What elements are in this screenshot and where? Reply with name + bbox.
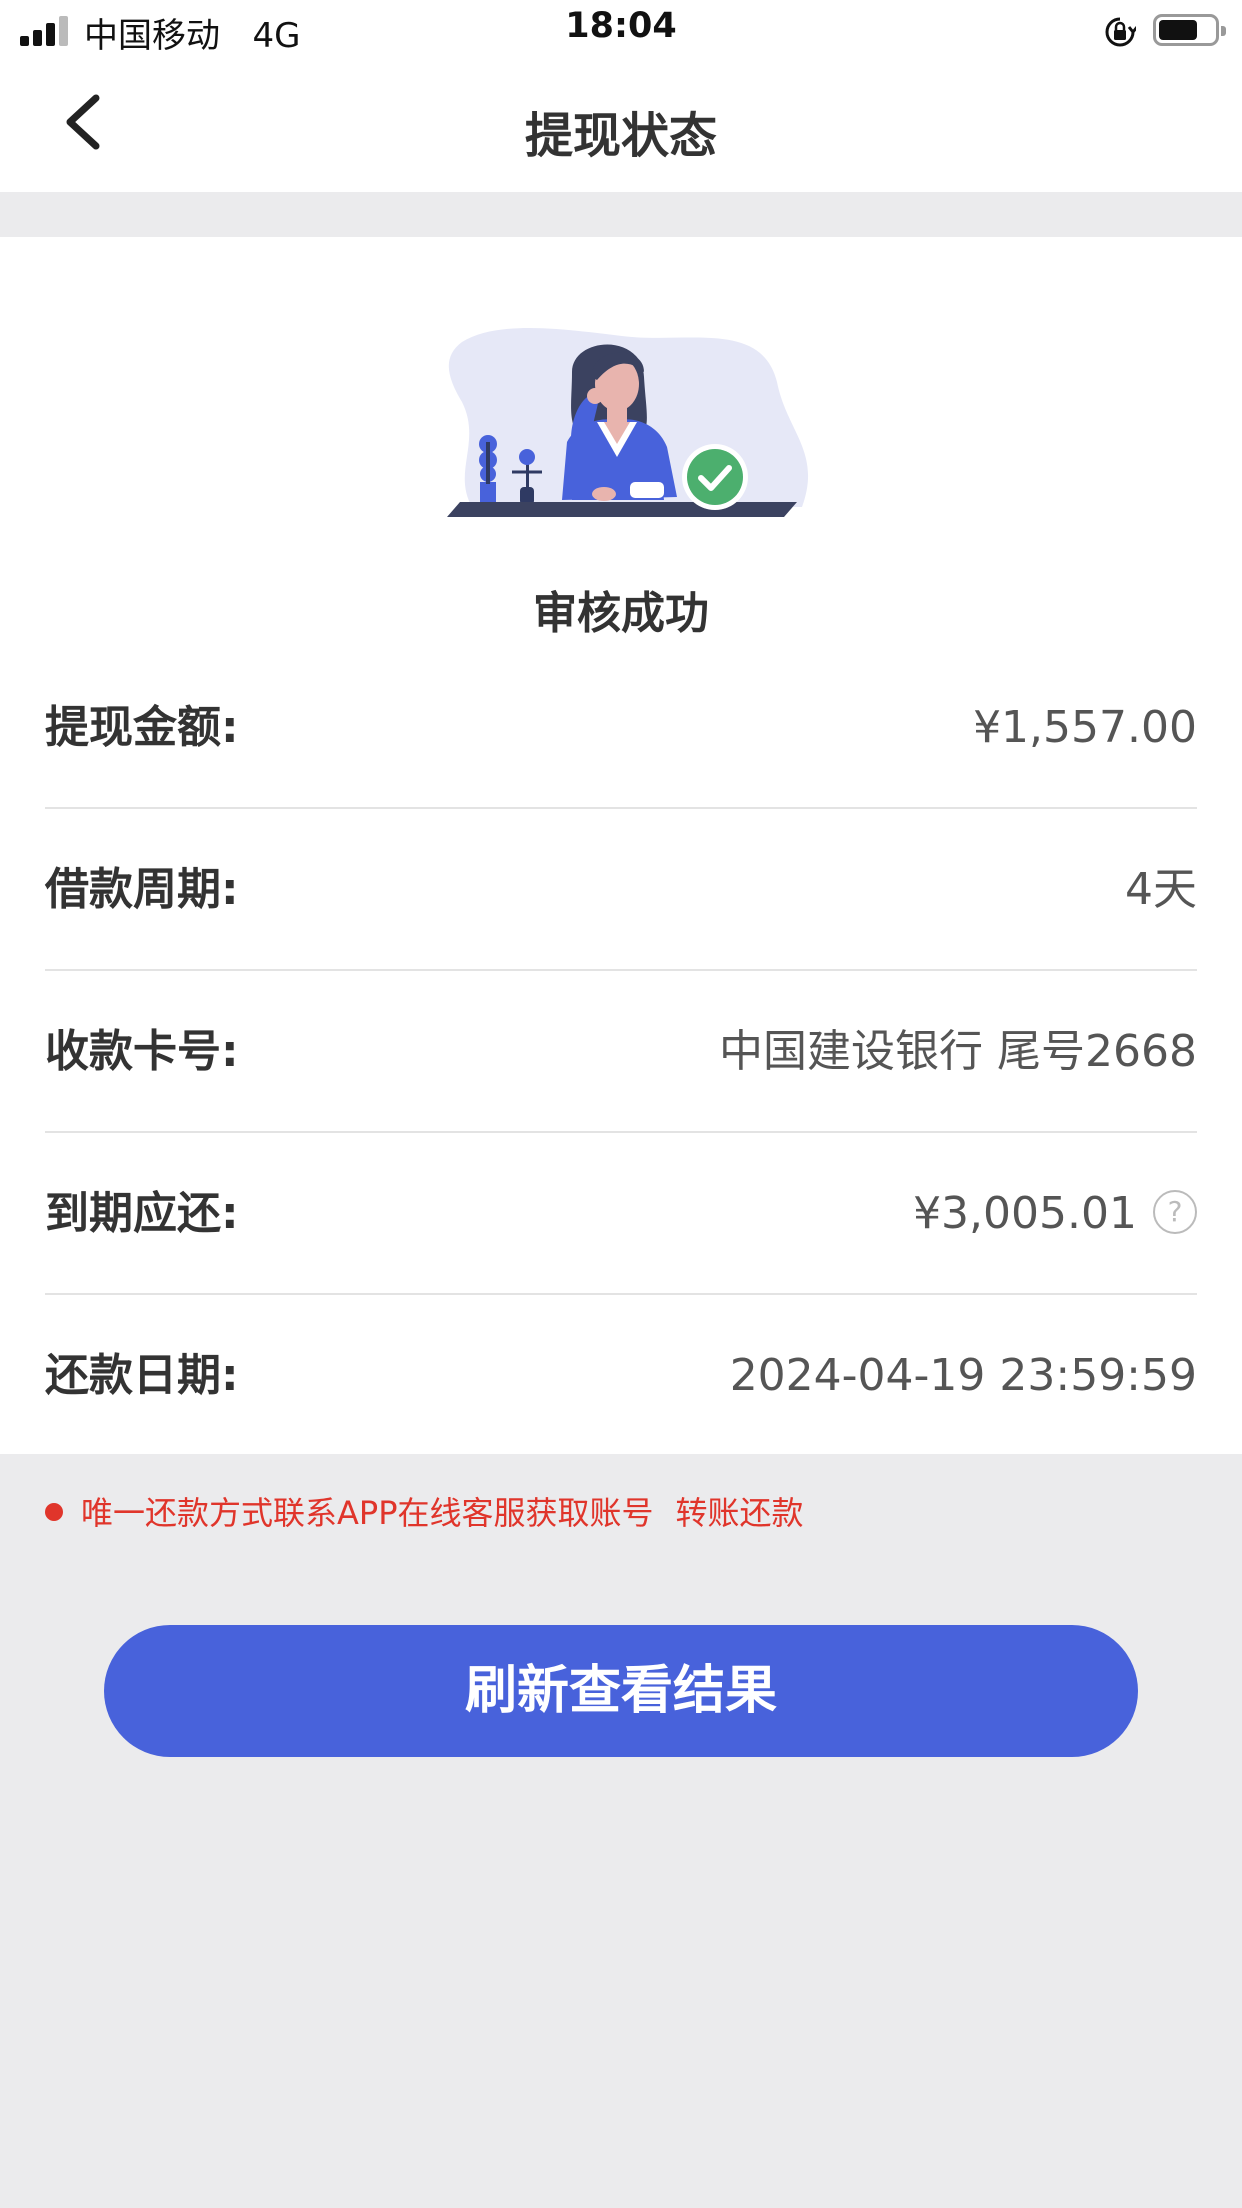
detail-label: 提现金额:: [45, 702, 239, 753]
detail-value: ¥3,005.01?: [913, 1133, 1197, 1295]
detail-label: 收款卡号:: [45, 1026, 239, 1077]
battery-icon: [1153, 14, 1226, 46]
repayment-notice: 唯一还款方式联系APP在线客服获取账号 转账还款: [45, 1490, 804, 1536]
detail-row-period: 借款周期: 4天: [45, 809, 1197, 971]
withdraw-status-card: 审核成功 提现金额: ¥1,557.00 借款周期: 4天 收款卡号: 中国建设…: [0, 237, 1242, 1454]
detail-value: 中国建设银行 尾号2668: [719, 1026, 1197, 1077]
detail-label: 还款日期:: [45, 1350, 239, 1401]
bullet-dot-icon: [45, 1503, 63, 1521]
detail-row-due-date: 还款日期: 2024-04-19 23:59:59: [45, 1295, 1197, 1457]
rotation-lock-icon: [1105, 17, 1136, 47]
detail-value: 4天: [1125, 864, 1197, 915]
detail-label: 到期应还:: [45, 1188, 239, 1239]
status-bar: 中国移动 4G 18:04: [0, 0, 1242, 62]
due-amount-value: ¥3,005.01: [913, 1188, 1137, 1239]
page-title: 提现状态: [524, 108, 717, 164]
detail-value: 2024-04-19 23:59:59: [729, 1350, 1197, 1401]
clock: 18:04: [565, 6, 677, 46]
question-circle-icon[interactable]: ?: [1153, 1190, 1197, 1234]
review-status-text: 审核成功: [533, 588, 709, 639]
woman-at-desk-with-check-illustration: [447, 327, 809, 517]
refresh-result-button[interactable]: 刷新查看结果: [104, 1625, 1138, 1757]
transfer-repay-link[interactable]: 转账还款: [676, 1494, 804, 1532]
detail-value: ¥1,557.00: [973, 702, 1197, 753]
notice-text: 唯一还款方式联系APP在线客服获取账号: [81, 1494, 654, 1532]
detail-row-card: 收款卡号: 中国建设银行 尾号2668: [45, 971, 1197, 1133]
detail-row-amount: 提现金额: ¥1,557.00: [45, 647, 1197, 809]
detail-row-due-amount: 到期应还: ¥3,005.01?: [45, 1133, 1197, 1295]
nav-bar: 提现状态: [0, 62, 1242, 192]
detail-label: 借款周期:: [45, 864, 239, 915]
